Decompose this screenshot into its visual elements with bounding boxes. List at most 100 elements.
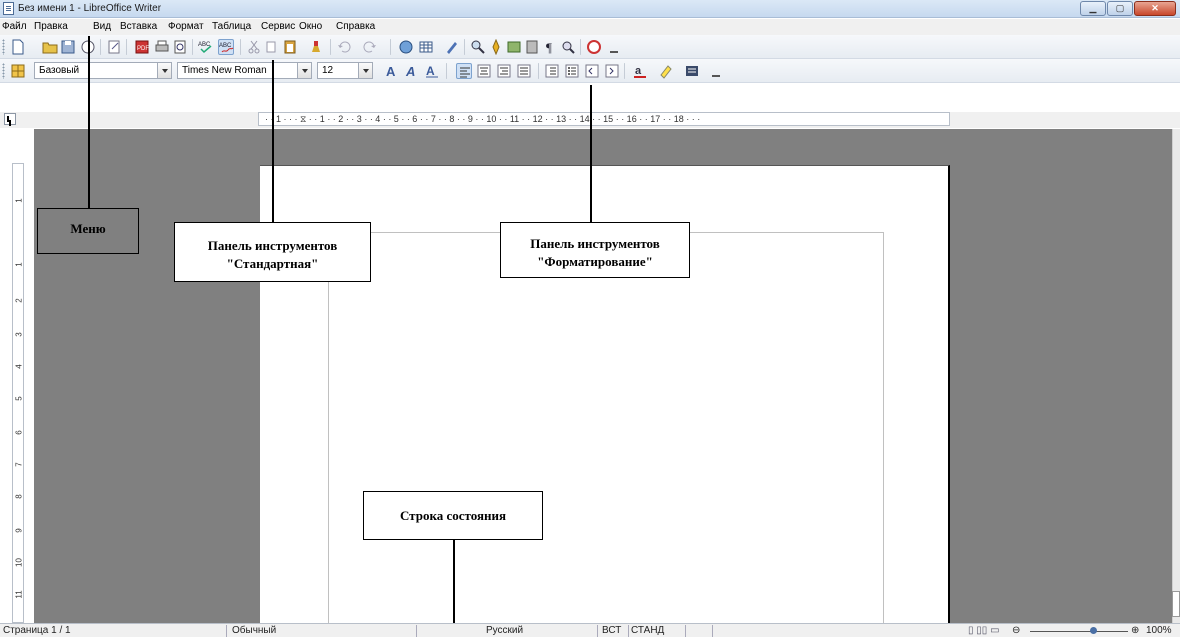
print-preview-icon[interactable]	[172, 39, 188, 55]
font-size-select[interactable]: 12	[317, 62, 373, 79]
standard-callout-line2: "Стандартная"	[226, 256, 319, 271]
paste-icon[interactable]	[282, 39, 298, 55]
align-center-icon[interactable]	[476, 63, 492, 79]
cut-icon[interactable]	[246, 39, 262, 55]
text-boundaries	[328, 232, 884, 632]
divider	[416, 625, 417, 637]
zoom-icon[interactable]	[560, 39, 576, 55]
separator	[464, 39, 465, 55]
font-color-icon[interactable]: a	[632, 63, 648, 79]
menu-help[interactable]: Справка	[336, 21, 375, 32]
paragraph-style-value: Базовый	[39, 65, 80, 76]
menu-view[interactable]: Вид	[93, 21, 111, 32]
page-indicator[interactable]: Страница 1 / 1	[3, 625, 71, 636]
language[interactable]: Русский	[486, 625, 523, 636]
separator	[126, 39, 127, 55]
divider	[685, 625, 686, 637]
bold-icon[interactable]: A	[384, 63, 400, 79]
status-callout-text: Строка состояния	[399, 508, 507, 523]
zoom-out-icon[interactable]: ⊖	[1012, 625, 1020, 636]
minimize-button[interactable]: ▁	[1080, 1, 1106, 16]
separator	[240, 39, 241, 55]
horizontal-ruler[interactable]: · · 1 · · · ⧖ · · 1 · · 2 · · 3 · · 4 · …	[258, 112, 950, 126]
window-controls: ▁ ▢ ✕	[1080, 1, 1176, 16]
new-document-icon[interactable]	[10, 39, 26, 55]
zoom-slider-knob[interactable]	[1090, 627, 1097, 634]
svg-text:ABC: ABC	[219, 43, 232, 49]
page-style[interactable]: Обычный	[232, 625, 276, 636]
data-sources-icon[interactable]	[524, 39, 540, 55]
vertical-ruler-number: 2	[14, 298, 24, 303]
edit-mode-icon[interactable]	[106, 39, 122, 55]
divider	[597, 625, 598, 637]
tab-stop-type-icon[interactable]	[4, 113, 16, 125]
align-right-icon[interactable]	[496, 63, 512, 79]
selection-mode[interactable]: СТАНД	[631, 625, 664, 636]
toolbar-options-icon[interactable]	[708, 63, 724, 79]
zoom-value[interactable]: 100%	[1146, 625, 1172, 636]
writer-document-icon	[3, 2, 14, 15]
help-icon[interactable]	[586, 39, 602, 55]
italic-icon[interactable]: A	[404, 63, 420, 79]
background-color-icon[interactable]	[684, 63, 700, 79]
view-layout-icons[interactable]: ▯ ▯▯ ▭	[968, 625, 1000, 636]
paragraph-style-select[interactable]: Базовый	[34, 62, 172, 79]
navigator-icon[interactable]	[488, 39, 504, 55]
menu-file[interactable]: Файл	[2, 21, 27, 32]
toolbar-grip[interactable]	[2, 63, 5, 79]
menu-tools[interactable]: Сервис	[261, 21, 295, 32]
show-draw-functions-icon[interactable]	[444, 39, 460, 55]
table-icon[interactable]	[418, 39, 434, 55]
font-name-value: Times New Roman	[182, 65, 267, 76]
zoom-in-icon[interactable]: ⊕	[1131, 625, 1139, 636]
hyperlink-icon[interactable]	[398, 39, 414, 55]
toolbar-options-icon[interactable]	[606, 39, 622, 55]
print-icon[interactable]	[154, 39, 170, 55]
chevron-down-icon[interactable]	[157, 63, 171, 78]
increase-indent-icon[interactable]	[604, 63, 620, 79]
redo-icon[interactable]	[362, 39, 378, 55]
decrease-indent-icon[interactable]	[584, 63, 600, 79]
standard-toolbar-callout: Панель инструментов "Стандартная"	[174, 222, 371, 282]
styles-and-formatting-icon[interactable]	[10, 63, 26, 79]
separator	[446, 63, 447, 79]
zoom-slider[interactable]	[1030, 631, 1128, 632]
spellcheck-icon[interactable]: ABC	[198, 39, 214, 55]
font-name-select[interactable]: Times New Roman	[177, 62, 312, 79]
insert-mode[interactable]: ВСТ	[602, 625, 621, 636]
maximize-button[interactable]: ▢	[1107, 1, 1133, 16]
chevron-down-icon[interactable]	[358, 63, 372, 78]
numbering-icon[interactable]	[544, 63, 560, 79]
gallery-icon[interactable]	[506, 39, 522, 55]
vertical-ruler-number: 5	[14, 396, 24, 401]
open-folder-icon[interactable]	[42, 39, 58, 55]
formatting-marks-icon[interactable]: ¶	[542, 39, 558, 55]
menu-table[interactable]: Таблица	[212, 21, 251, 32]
close-button[interactable]: ✕	[1134, 1, 1176, 16]
toolbar-grip[interactable]	[2, 39, 5, 55]
copy-icon[interactable]	[264, 39, 280, 55]
vertical-ruler-number: 7	[14, 462, 24, 467]
menu-callout-text: Меню	[70, 221, 106, 236]
align-left-icon[interactable]	[456, 63, 472, 79]
find-replace-icon[interactable]	[470, 39, 486, 55]
svg-text:¶: ¶	[546, 40, 552, 55]
menu-window[interactable]: Окно	[299, 21, 322, 32]
highlighting-icon[interactable]	[658, 63, 674, 79]
export-pdf-icon[interactable]: PDF	[134, 39, 150, 55]
scroll-thumb[interactable]	[1172, 591, 1180, 617]
bullets-icon[interactable]	[564, 63, 580, 79]
vertical-ruler[interactable]: 1 1 2 3 4 5 6 7 8 9 10 11	[12, 163, 24, 623]
menu-format[interactable]: Формат	[168, 21, 204, 32]
menu-edit[interactable]: Правка	[34, 21, 68, 32]
undo-icon[interactable]	[336, 39, 352, 55]
chevron-down-icon[interactable]	[297, 63, 311, 78]
justify-icon[interactable]	[516, 63, 532, 79]
separator	[538, 63, 539, 79]
save-icon[interactable]	[60, 39, 76, 55]
vertical-scrollbar[interactable]	[1172, 129, 1180, 623]
menu-insert[interactable]: Вставка	[120, 21, 157, 32]
autospellcheck-icon[interactable]: ABC	[218, 39, 234, 55]
underline-icon[interactable]: A	[424, 63, 440, 79]
clone-formatting-icon[interactable]	[308, 39, 324, 55]
